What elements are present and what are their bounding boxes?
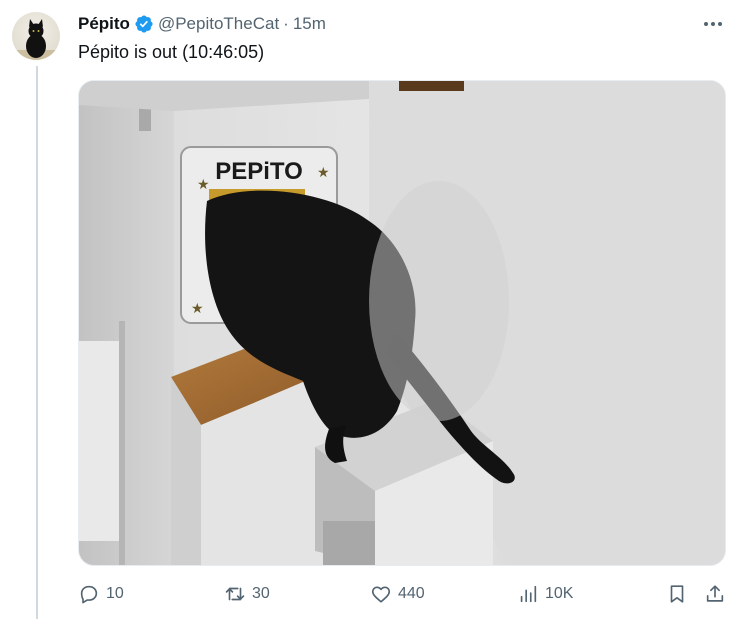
like-count: 440 <box>398 585 425 602</box>
like-button[interactable]: 440 <box>370 580 425 608</box>
more-icon <box>704 22 722 26</box>
repost-button[interactable]: 30 <box>224 580 270 608</box>
reply-icon <box>80 585 98 604</box>
timestamp[interactable]: 15m <box>293 14 326 34</box>
share-icon <box>706 585 724 602</box>
views-count: 10K <box>545 585 574 602</box>
display-name[interactable]: Pépito <box>78 14 130 34</box>
flap-sign-text: PEPiTO <box>215 158 303 185</box>
tweet-meta: @PepitoTheCat · 15m <box>158 14 326 34</box>
views-button[interactable]: 10K <box>517 580 573 608</box>
thread-line <box>36 66 38 619</box>
like-icon <box>371 586 391 603</box>
tweet-header: Pépito @PepitoTheCat · 15m <box>78 12 724 36</box>
cat-door-photo: PEPiTO ★ ★ ★ <box>79 81 725 565</box>
svg-text:★: ★ <box>197 176 210 192</box>
repost-icon <box>225 587 245 601</box>
verified-badge-icon[interactable] <box>134 14 154 34</box>
svg-text:★: ★ <box>191 300 204 316</box>
avatar[interactable] <box>12 12 60 60</box>
meta-separator: · <box>283 14 289 33</box>
svg-text:★: ★ <box>317 164 330 180</box>
action-bar: 10 30 440 10K <box>78 580 724 608</box>
bookmark-button[interactable] <box>666 580 688 608</box>
reply-button[interactable]: 10 <box>78 580 124 608</box>
views-icon <box>520 585 537 603</box>
cat-avatar-icon <box>12 19 60 60</box>
share-button[interactable] <box>704 580 726 608</box>
bookmark-icon <box>670 585 684 603</box>
tweet-photo[interactable]: PEPiTO ★ ★ ★ <box>78 80 726 566</box>
user-handle[interactable]: @PepitoTheCat <box>158 14 279 34</box>
repost-count: 30 <box>252 585 270 602</box>
tweet-text: Pépito is out (10:46:05) <box>78 42 265 62</box>
reply-count: 10 <box>106 585 124 602</box>
more-button[interactable] <box>700 14 726 34</box>
